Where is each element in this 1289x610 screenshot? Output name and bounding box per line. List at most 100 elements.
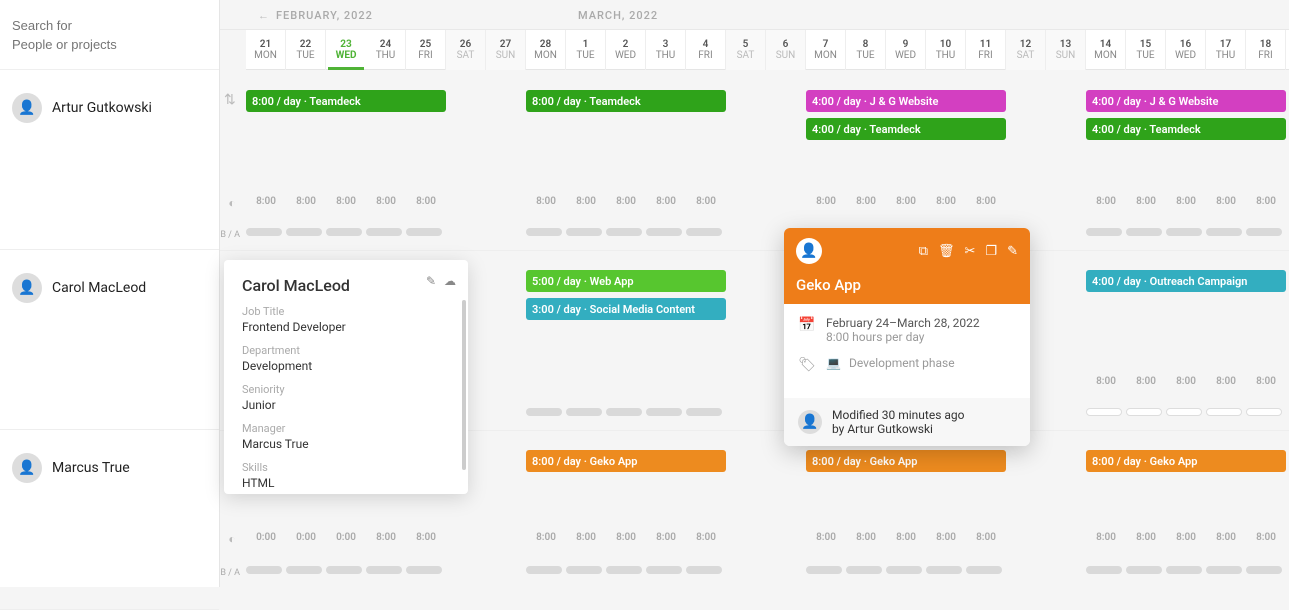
field-label: Seniority: [242, 383, 450, 396]
hour-cell: 8:00: [926, 196, 966, 214]
hour-cell: 8:00: [326, 196, 366, 214]
allocation-pill: [646, 228, 682, 236]
avatar: 👤: [796, 238, 822, 264]
day-column[interactable]: 5SAT: [726, 30, 766, 70]
search-box[interactable]: [0, 0, 219, 70]
edit-icon[interactable]: ✎: [426, 274, 436, 288]
allocation-pill: [326, 566, 362, 574]
day-column[interactable]: 8TUE: [846, 30, 886, 70]
booking-bar-geko[interactable]: 8:00 / day · Geko App: [806, 450, 1006, 472]
booking-bar-teamdeck[interactable]: 8:00 / day · Teamdeck: [246, 90, 446, 112]
hour-cell: 8:00: [886, 196, 926, 214]
booking-bar-geko[interactable]: 8:00 / day · Geko App: [526, 450, 726, 472]
day-column[interactable]: 25FRI: [406, 30, 446, 70]
search-input-line2[interactable]: [12, 35, 207, 54]
allocation-pill: [526, 408, 562, 416]
day-column[interactable]: 9WED: [886, 30, 926, 70]
field-value: Frontend Developer: [242, 320, 450, 334]
day-column[interactable]: 1TUE: [566, 30, 606, 70]
day-column[interactable]: 24THU: [366, 30, 406, 70]
duplicate-icon[interactable]: ❐: [985, 244, 997, 259]
hours-icon: ◐: [220, 196, 244, 210]
booking-bar-webapp[interactable]: 5:00 / day · Web App: [526, 270, 726, 292]
hours-icon: ◐: [220, 532, 244, 546]
copy-icon[interactable]: ⧉: [919, 244, 928, 259]
hour-cell: 8:00: [1206, 196, 1246, 214]
allocation-pill: [886, 566, 922, 574]
day-column[interactable]: 28MON: [526, 30, 566, 70]
day-column[interactable]: 4FRI: [686, 30, 726, 70]
avatar: 👤: [798, 410, 822, 434]
modified-text: Modified 30 minutes ago: [832, 408, 964, 422]
resource-name[interactable]: Carol MacLeod: [52, 280, 146, 296]
booking-bar-teamdeck[interactable]: 4:00 / day · Teamdeck: [1086, 118, 1286, 140]
hour-cell: [726, 532, 766, 550]
day-column[interactable]: 26SAT: [446, 30, 486, 70]
booking-bar-outreach[interactable]: 4:00 / day · Outreach Campaign: [1086, 270, 1286, 292]
hour-cell: [526, 376, 566, 394]
hour-cell: 8:00: [966, 196, 1006, 214]
allocation-pill: [566, 228, 602, 236]
booking-bar-geko[interactable]: 8:00 / day · Geko App: [1086, 450, 1286, 472]
day-column[interactable]: 14MON: [1086, 30, 1126, 70]
allocation-pill: [646, 408, 682, 416]
edit-icon[interactable]: ✎: [1007, 244, 1018, 259]
allocation-pill: [846, 566, 882, 574]
cloud-icon[interactable]: ☁: [444, 274, 456, 288]
booking-bar-social[interactable]: 3:00 / day · Social Media Content: [526, 298, 726, 320]
day-column[interactable]: 15TUE: [1126, 30, 1166, 70]
delete-icon[interactable]: 🗑: [938, 244, 955, 259]
cut-icon[interactable]: ✂: [965, 244, 976, 259]
field-value: Junior: [242, 398, 450, 412]
search-input-line1[interactable]: [12, 16, 207, 35]
reorder-icon[interactable]: ⇅: [224, 92, 236, 108]
hour-cell: 8:00: [366, 532, 406, 550]
hour-cell: [486, 196, 526, 214]
prev-month-icon[interactable]: ←: [258, 9, 270, 22]
day-column[interactable]: 11FRI: [966, 30, 1006, 70]
booking-bar-jgwebsite[interactable]: 4:00 / day · J & G Website: [806, 90, 1006, 112]
avatar: 👤: [12, 93, 42, 123]
booking-bar-jgwebsite[interactable]: 4:00 / day · J & G Website: [1086, 90, 1286, 112]
scrollbar[interactable]: [462, 300, 466, 470]
day-column[interactable]: 7MON: [806, 30, 846, 70]
day-column[interactable]: 13SUN: [1046, 30, 1086, 70]
hour-cell: 8:00: [686, 532, 726, 550]
day-column[interactable]: 2WED: [606, 30, 646, 70]
modified-by: by Artur Gutkowski: [832, 422, 964, 436]
hour-cell: 8:00: [686, 196, 726, 214]
day-column[interactable]: 12SAT: [1006, 30, 1046, 70]
hour-cell: 8:00: [566, 196, 606, 214]
hour-cell: 8:00: [366, 196, 406, 214]
day-column[interactable]: 27SUN: [486, 30, 526, 70]
day-column[interactable]: 17THU: [1206, 30, 1246, 70]
allocation-pill: [526, 228, 562, 236]
allocation-pill: [366, 566, 402, 574]
day-column[interactable]: 10THU: [926, 30, 966, 70]
resource-name[interactable]: Marcus True: [52, 460, 130, 476]
ba-label: B / A: [220, 568, 244, 578]
laptop-icon: 💻: [826, 356, 841, 370]
day-column[interactable]: 23WED: [326, 30, 366, 70]
day-column[interactable]: 3THU: [646, 30, 686, 70]
allocation-pill: [806, 566, 842, 574]
hour-cell: [1046, 196, 1086, 214]
day-column[interactable]: 22TUE: [286, 30, 326, 70]
resource-name[interactable]: Artur Gutkowski: [52, 100, 152, 116]
allocation-pill: [1166, 228, 1202, 236]
allocation-pill: [606, 228, 642, 236]
field-label: Manager: [242, 422, 450, 435]
hour-cell: 8:00: [1126, 196, 1166, 214]
day-column[interactable]: 16WED: [1166, 30, 1206, 70]
booking-bar-teamdeck[interactable]: 8:00 / day · Teamdeck: [526, 90, 726, 112]
hour-cell: 8:00: [646, 532, 686, 550]
booking-bar-teamdeck[interactable]: 4:00 / day · Teamdeck: [806, 118, 1006, 140]
day-column[interactable]: 18FRI: [1246, 30, 1286, 70]
allocation-pill: [406, 228, 442, 236]
allocation-pill: [246, 566, 282, 574]
hour-cell: 8:00: [286, 196, 326, 214]
day-column[interactable]: 21MON: [246, 30, 286, 70]
allocation-pill: [1126, 408, 1162, 416]
hour-cell: [1046, 376, 1086, 394]
day-column[interactable]: 6SUN: [766, 30, 806, 70]
